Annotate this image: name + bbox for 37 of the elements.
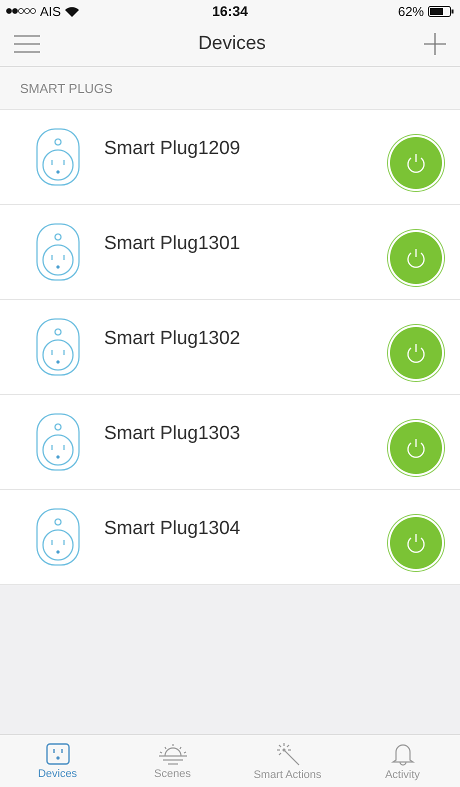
power-icon [405, 152, 427, 174]
menu-button[interactable] [14, 35, 40, 53]
device-name: Smart Plug1302 [104, 328, 242, 350]
device-name: Smart Plug1304 [104, 518, 242, 540]
smart-plug-icon [36, 128, 80, 186]
device-name: Smart Plug1303 [104, 423, 242, 445]
device-row[interactable]: Smart Plug1302 [0, 300, 460, 395]
device-row[interactable]: Smart Plug1304 [0, 490, 460, 585]
battery-icon [428, 6, 454, 16]
power-icon [405, 532, 427, 554]
power-toggle[interactable] [390, 137, 442, 189]
power-icon [405, 247, 427, 269]
smart-plug-icon [36, 318, 80, 376]
device-row[interactable]: Smart Plug1209 [0, 110, 460, 205]
bell-icon [390, 742, 414, 766]
power-toggle[interactable] [390, 232, 442, 284]
signal-icon [6, 8, 36, 14]
smart-plug-icon [36, 413, 80, 471]
device-name: Smart Plug1301 [104, 233, 242, 255]
section-header: SMART PLUGS [20, 80, 113, 96]
smart-plug-icon [36, 508, 80, 566]
screen-title: Devices [198, 33, 266, 55]
power-icon [405, 342, 427, 364]
power-toggle[interactable] [390, 422, 442, 474]
smart-plug-icon [36, 223, 80, 281]
clock: 16:34 [212, 3, 248, 19]
power-icon [405, 437, 427, 459]
power-toggle[interactable] [390, 517, 442, 569]
wifi-icon [64, 6, 79, 16]
add-button[interactable] [424, 33, 446, 55]
device-row[interactable]: Smart Plug1301 [0, 205, 460, 300]
battery-percent: 62% [398, 4, 424, 18]
device-name: Smart Plug1209 [104, 138, 242, 160]
carrier-name: AIS [40, 4, 61, 18]
outlet-icon [46, 742, 70, 764]
device-row[interactable]: Smart Plug1303 [0, 395, 460, 490]
power-toggle[interactable] [390, 327, 442, 379]
